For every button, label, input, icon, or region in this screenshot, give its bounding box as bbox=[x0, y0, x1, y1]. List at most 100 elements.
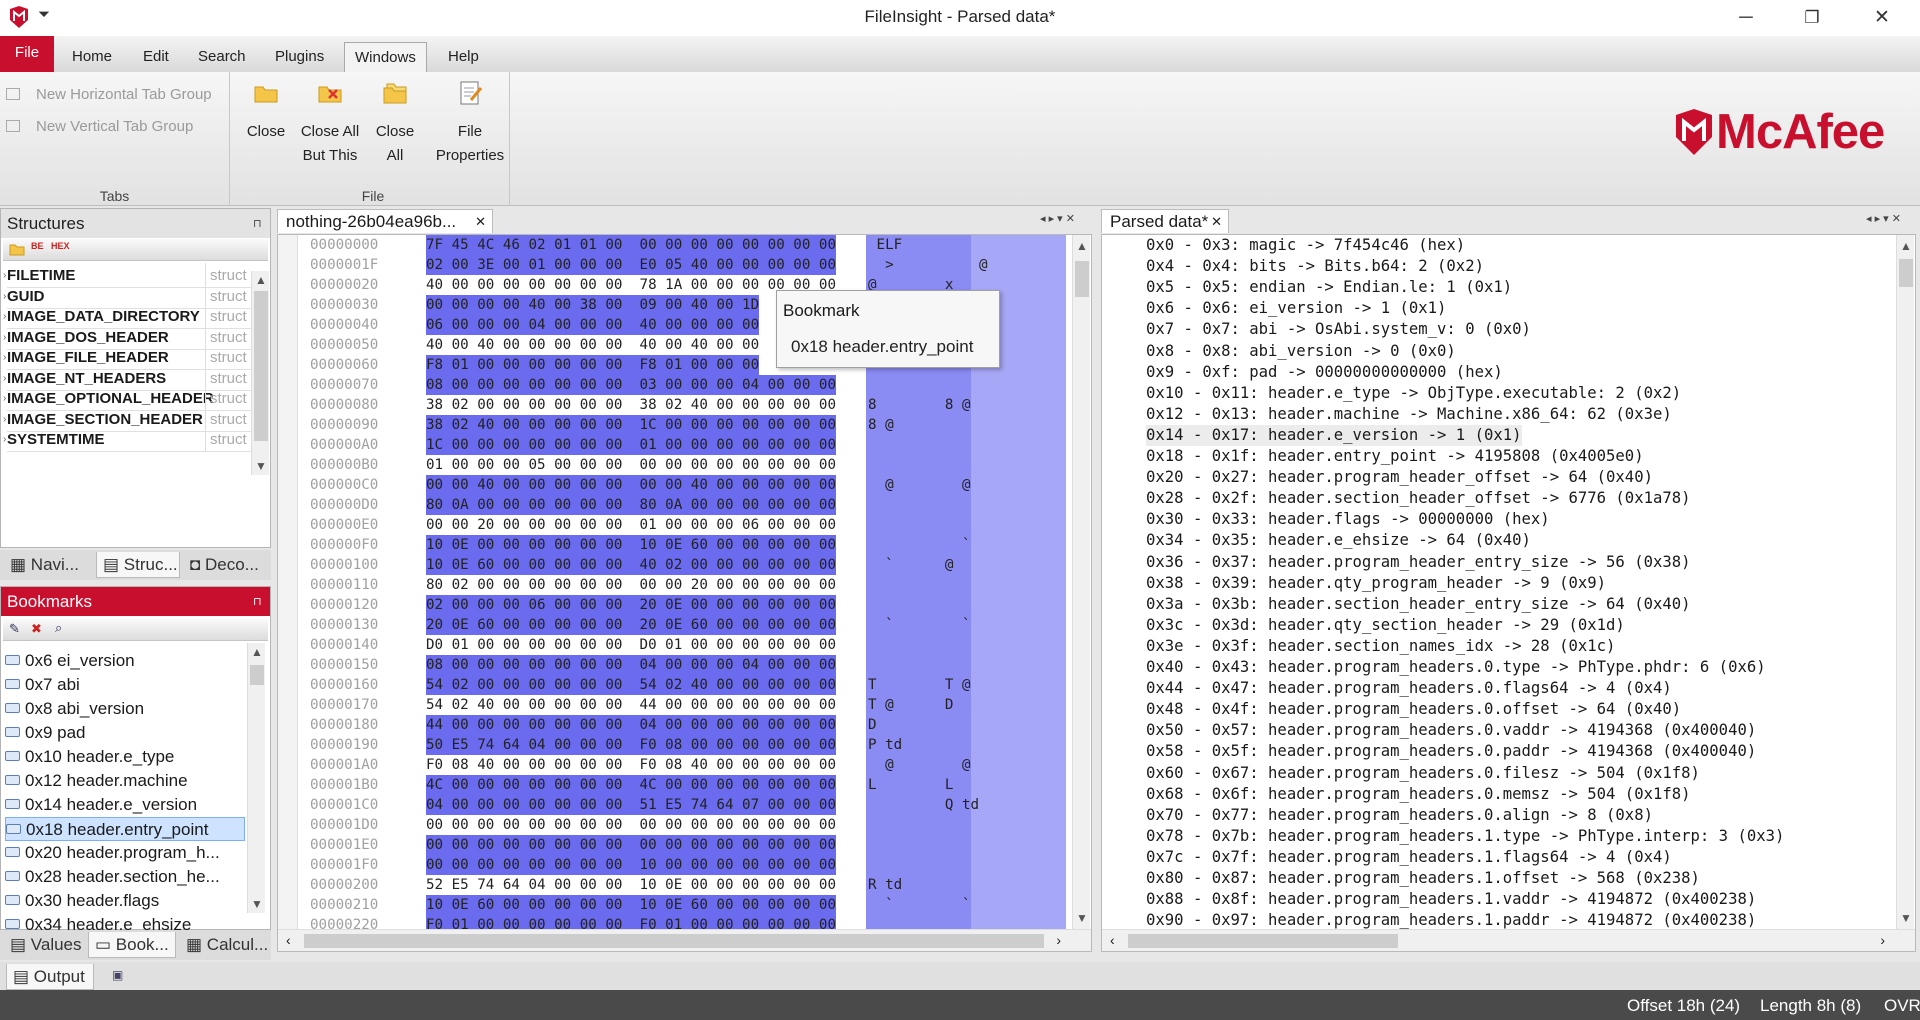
expand-arrow-icon[interactable]: › bbox=[3, 427, 6, 452]
parsed-line[interactable]: 0x8 - 0x8: abi_version -> 0 (0x0) bbox=[1146, 341, 1456, 362]
scroll-thumb[interactable] bbox=[254, 291, 268, 441]
hex-bytes[interactable]: 40 00 00 00 00 00 00 00 78 1A 00 00 00 0… bbox=[426, 275, 836, 295]
pin-icon[interactable]: ⊓ bbox=[253, 217, 262, 230]
scroll-thumb[interactable] bbox=[1075, 261, 1089, 297]
ascii-text[interactable]: ELF bbox=[868, 235, 903, 255]
ascii-text[interactable]: @ @ bbox=[868, 755, 970, 775]
parsed-line[interactable]: 0x40 - 0x43: header.program_headers.0.ty… bbox=[1146, 657, 1766, 678]
hex-icon[interactable]: HEX bbox=[51, 241, 70, 251]
parsed-line[interactable]: 0x28 - 0x2f: header.section_header_offse… bbox=[1146, 488, 1691, 509]
parsed-line[interactable]: 0x36 - 0x37: header.program_header_entry… bbox=[1146, 552, 1691, 573]
parsed-line[interactable]: 0x9 - 0xf: pad -> 00000000000000 (hex) bbox=[1146, 362, 1503, 383]
tab-file[interactable]: File bbox=[0, 36, 54, 72]
tab-calculator[interactable]: ▦ Calcul... bbox=[180, 932, 270, 958]
parsed-line[interactable]: 0x50 - 0x57: header.program_headers.0.va… bbox=[1146, 720, 1756, 741]
scroll-thumb[interactable] bbox=[304, 934, 1044, 948]
hex-bytes[interactable]: 10 0E 60 00 00 00 00 00 10 0E 60 00 00 0… bbox=[426, 895, 836, 915]
parsed-line[interactable]: 0x10 - 0x11: header.e_type -> ObjType.ex… bbox=[1146, 383, 1681, 404]
hex-bytes[interactable]: 38 02 40 00 00 00 00 00 1C 00 00 00 00 0… bbox=[426, 415, 836, 435]
hex-bytes[interactable]: 02 00 3E 00 01 00 00 00 E0 05 40 00 00 0… bbox=[426, 255, 836, 275]
ascii-text[interactable]: ` @ bbox=[868, 555, 953, 575]
hex-bytes[interactable]: 44 00 00 00 00 00 00 00 04 00 00 00 00 0… bbox=[426, 715, 836, 735]
hex-bytes[interactable]: 38 02 00 00 00 00 00 00 38 02 40 00 00 0… bbox=[426, 395, 836, 415]
hex-bytes[interactable]: 10 0E 00 00 00 00 00 00 10 0E 60 00 00 0… bbox=[426, 535, 836, 555]
parsed-line[interactable]: 0x30 - 0x33: header.flags -> 00000000 (h… bbox=[1146, 509, 1550, 530]
hex-bytes[interactable]: 52 E5 74 64 04 00 00 00 10 0E 00 00 00 0… bbox=[426, 875, 836, 895]
hex-bytes[interactable]: 54 02 00 00 00 00 00 00 54 02 40 00 00 0… bbox=[426, 675, 836, 695]
ascii-text[interactable]: R td bbox=[868, 875, 902, 895]
bookmark-item[interactable]: 0x6 ei_version bbox=[5, 649, 245, 673]
tab-values[interactable]: ▤ Values bbox=[4, 932, 88, 958]
scroll-up-icon[interactable]: ▲ bbox=[1073, 239, 1091, 253]
parsed-line[interactable]: 0x7c - 0x7f: header.program_headers.1.fl… bbox=[1146, 847, 1672, 868]
close-window-button[interactable]: ✕ bbox=[1854, 0, 1910, 36]
edit-bookmark-icon[interactable]: ✎ bbox=[9, 621, 20, 637]
tab-navigation[interactable]: ▦ Navi... bbox=[4, 552, 96, 578]
tab-edit[interactable]: Edit bbox=[133, 42, 179, 72]
close-button[interactable]: Close bbox=[246, 80, 286, 144]
parsed-line[interactable]: 0x88 - 0x8f: header.program_headers.1.va… bbox=[1146, 889, 1756, 910]
scroll-down-icon[interactable]: ▼ bbox=[1897, 911, 1915, 925]
hex-bytes[interactable]: 7F 45 4C 46 02 01 01 00 00 00 00 00 00 0… bbox=[426, 235, 836, 255]
hex-bytes[interactable]: 01 00 00 00 05 00 00 00 00 00 00 00 00 0… bbox=[426, 455, 836, 475]
close-all-button[interactable]: Close All bbox=[372, 80, 418, 168]
bookmark-item[interactable]: 0x12 header.machine bbox=[5, 769, 245, 793]
parsed-vertical-scrollbar[interactable]: ▲ ▼ bbox=[1896, 235, 1914, 929]
minimize-button[interactable]: ─ bbox=[1718, 0, 1774, 36]
structure-row[interactable]: › SYSTEMTIME struct bbox=[3, 427, 269, 452]
scroll-thumb[interactable] bbox=[1128, 934, 1398, 948]
ascii-text[interactable]: > @ bbox=[868, 255, 988, 275]
hex-bytes[interactable]: 00 00 00 00 00 00 00 00 00 00 00 00 00 0… bbox=[426, 815, 836, 835]
tab-structures[interactable]: ▤ Struc... bbox=[96, 552, 180, 578]
scroll-thumb[interactable] bbox=[250, 665, 264, 685]
hex-bytes[interactable]: 50 E5 74 64 04 00 00 00 F0 08 00 00 00 0… bbox=[426, 735, 836, 755]
close-tab-icon[interactable]: ✕ bbox=[475, 210, 486, 234]
hex-bytes[interactable]: 08 00 00 00 00 00 00 00 04 00 00 00 04 0… bbox=[426, 655, 836, 675]
hex-bytes[interactable]: 02 00 00 00 06 00 00 00 20 0E 00 00 00 0… bbox=[426, 595, 836, 615]
tab-plugins[interactable]: Plugins bbox=[265, 42, 334, 72]
hex-vertical-scrollbar[interactable]: ▲ ▼ bbox=[1072, 235, 1090, 929]
scroll-down-icon[interactable]: ▼ bbox=[252, 459, 270, 473]
tab-windows[interactable]: Windows bbox=[344, 42, 427, 72]
parsed-line[interactable]: 0x48 - 0x4f: header.program_headers.0.of… bbox=[1146, 699, 1681, 720]
bookmark-item[interactable]: 0x20 header.program_h... bbox=[5, 841, 245, 865]
close-tab-icon[interactable]: ✕ bbox=[1211, 210, 1222, 234]
parsed-line[interactable]: 0x6 - 0x6: ei_version -> 1 (0x1) bbox=[1146, 298, 1446, 319]
bookmark-item[interactable]: 0x14 header.e_version bbox=[5, 793, 245, 817]
parsed-line[interactable]: 0x60 - 0x67: header.program_headers.0.fi… bbox=[1146, 763, 1700, 784]
parsed-line[interactable]: 0x18 - 0x1f: header.entry_point -> 41958… bbox=[1146, 446, 1644, 467]
parsed-line[interactable]: 0x38 - 0x39: header.qty_program_header -… bbox=[1146, 573, 1606, 594]
bookmark-item[interactable]: 0x30 header.flags bbox=[5, 889, 245, 913]
tab-output[interactable]: ▤ Output bbox=[6, 964, 94, 990]
scroll-left-icon[interactable]: ‹ bbox=[1110, 932, 1115, 948]
parsed-line[interactable]: 0x0 - 0x3: magic -> 7f454c46 (hex) bbox=[1146, 235, 1465, 256]
parsed-line[interactable]: 0x14 - 0x17: header.e_version -> 1 (0x1) bbox=[1146, 424, 1522, 446]
scroll-right-icon[interactable]: › bbox=[1056, 932, 1061, 948]
bookmark-item[interactable]: 0x18 header.entry_point bbox=[5, 817, 245, 841]
ascii-text[interactable]: Q td bbox=[868, 795, 979, 815]
parsed-line[interactable]: 0x12 - 0x13: header.machine -> Machine.x… bbox=[1146, 404, 1672, 425]
hex-bytes[interactable]: 1C 00 00 00 00 00 00 00 01 00 00 00 00 0… bbox=[426, 435, 836, 455]
close-all-but-this-button[interactable]: Close All But This bbox=[294, 80, 366, 168]
scroll-right-icon[interactable]: › bbox=[1880, 932, 1885, 948]
parsed-line[interactable]: 0x58 - 0x5f: header.program_headers.0.pa… bbox=[1146, 741, 1756, 762]
ascii-text[interactable]: 8 8 @ bbox=[868, 395, 971, 415]
ascii-text[interactable]: ` ` bbox=[868, 615, 970, 635]
bookmark-item[interactable]: 0x9 pad bbox=[5, 721, 245, 745]
parsed-line[interactable]: 0x7 - 0x7: abi -> OsAbi.system_v: 0 (0x0… bbox=[1146, 319, 1531, 340]
hex-bytes[interactable]: 20 0E 60 00 00 00 00 00 20 0E 60 00 00 0… bbox=[426, 615, 836, 635]
hex-bytes[interactable]: D0 01 00 00 00 00 00 00 D0 01 00 00 00 0… bbox=[426, 635, 836, 655]
parsed-line[interactable]: 0x70 - 0x77: header.program_headers.0.al… bbox=[1146, 805, 1653, 826]
output-extra-icon[interactable]: ▣ bbox=[112, 968, 123, 982]
ascii-text[interactable]: T @ D bbox=[868, 695, 953, 715]
bookmarks-scrollbar[interactable]: ▲ ▼ bbox=[247, 643, 265, 913]
parsed-line[interactable]: 0x80 - 0x87: header.program_headers.1.of… bbox=[1146, 868, 1700, 889]
hex-bytes[interactable]: 4C 00 00 00 00 00 00 00 4C 00 00 00 00 0… bbox=[426, 775, 836, 795]
scroll-left-icon[interactable]: ‹ bbox=[286, 932, 291, 948]
hex-bytes[interactable]: 06 00 00 00 04 00 00 00 40 00 00 00 00 bbox=[426, 315, 760, 335]
ascii-text[interactable]: T T @ bbox=[868, 675, 971, 695]
restore-button[interactable]: ❐ bbox=[1784, 0, 1840, 36]
tab-decode[interactable]: ◘ Deco... bbox=[184, 552, 270, 578]
parsed-horizontal-scrollbar[interactable]: ‹ › bbox=[1102, 929, 1915, 951]
new-horizontal-tab-group-button[interactable]: New Horizontal Tab Group bbox=[6, 86, 212, 103]
